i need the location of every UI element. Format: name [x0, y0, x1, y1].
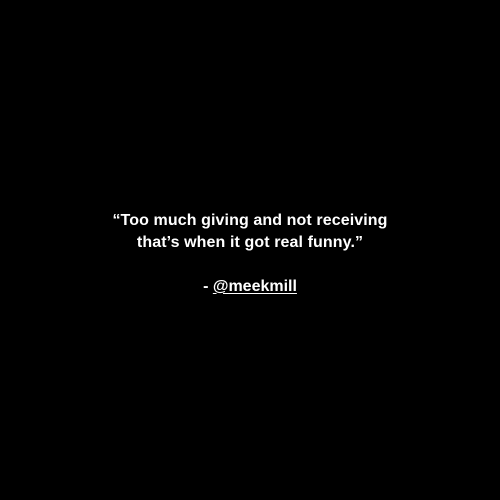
attribution: - @meekmill	[0, 276, 500, 298]
quote-line-1: “Too much giving and not receiving	[112, 212, 388, 229]
attribution-prefix: -	[203, 278, 213, 295]
quote-line-2: that’s when it got real funny.”	[136, 234, 364, 251]
mention-link[interactable]: @meekmill	[213, 278, 297, 295]
quote-block: “Too much giving and not receiving that’…	[0, 210, 500, 298]
story-canvas: “Too much giving and not receiving that’…	[0, 0, 500, 500]
